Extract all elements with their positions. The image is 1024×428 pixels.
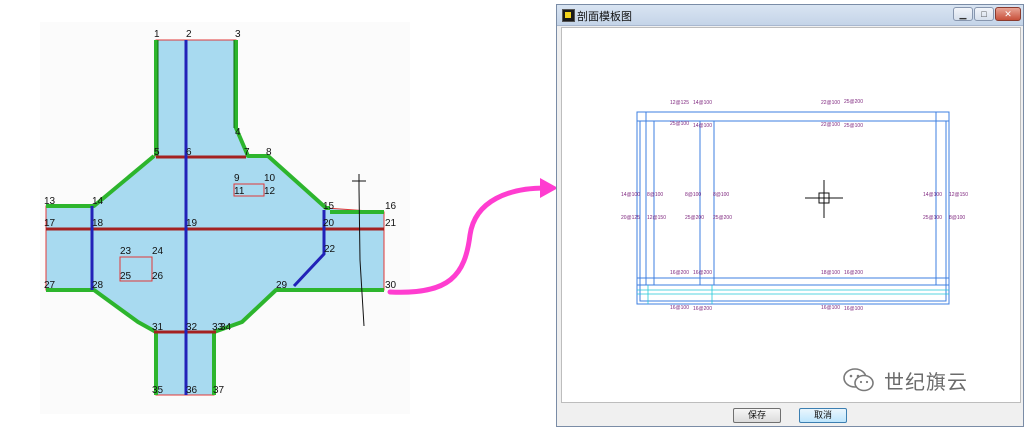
node-number: 36 — [186, 385, 198, 396]
node-number: 3 — [235, 29, 241, 40]
crosshair-cursor-icon — [805, 180, 843, 218]
rebar-label: 8@100 — [949, 215, 965, 221]
rebar-label: 14@100 — [693, 100, 712, 106]
node-number: 15 — [323, 201, 335, 212]
maximize-button[interactable]: □ — [974, 7, 994, 21]
node-number: 5 — [154, 147, 160, 158]
dialog-titlebar[interactable]: 剖面模板图 ▁ □ ✕ — [557, 5, 1023, 26]
section-template-dialog: 剖面模板图 ▁ □ ✕ 12@125 14@100 25@100 14@100 … — [556, 4, 1024, 427]
node-number: 32 — [186, 322, 198, 333]
node-number: 29 — [276, 280, 288, 291]
rebar-label: 16@200 — [693, 270, 712, 276]
minimize-button[interactable]: ▁ — [953, 7, 973, 21]
rebar-label: 25@100 — [670, 121, 689, 127]
node-number: 26 — [152, 271, 164, 282]
rebar-label: 12@125 — [670, 100, 689, 106]
rebar-label: 8@100 — [713, 192, 729, 198]
dialog-title: 剖面模板图 — [577, 11, 632, 23]
rebar-label: 14@100 — [621, 192, 640, 198]
rebar-label: 8@100 — [685, 192, 701, 198]
node-number: 28 — [92, 280, 104, 291]
node-number: 6 — [186, 147, 192, 158]
node-number: 25 — [120, 271, 132, 282]
wechat-icon — [843, 368, 874, 392]
node-number: 24 — [152, 246, 164, 257]
node-number: 7 — [244, 147, 250, 158]
node-number: 35 — [152, 385, 164, 396]
node-number: 37 — [213, 385, 225, 396]
rebar-label: 14@100 — [923, 192, 942, 198]
dialog-footer: 保存 取消 — [557, 403, 1023, 428]
rebar-label: 12@150 — [949, 192, 968, 198]
rebar-label: 25@100 — [923, 215, 942, 221]
rebar-label: 16@200 — [844, 270, 863, 276]
rebar-label: 25@100 — [844, 123, 863, 129]
node-number: 9 — [234, 173, 240, 184]
rebar-label: 25@200 — [713, 215, 732, 221]
close-button[interactable]: ✕ — [995, 7, 1021, 21]
node-number: 1 — [154, 29, 160, 40]
rebar-label: 16@200 — [670, 270, 689, 276]
node-number: 23 — [120, 246, 132, 257]
node-number: 17 — [44, 218, 56, 229]
node-number: 8 — [266, 147, 272, 158]
node-number: 11 — [234, 186, 245, 197]
app-icon — [562, 9, 575, 22]
node-number: 14 — [92, 196, 104, 207]
node-number: 12 — [264, 186, 276, 197]
rebar-label: 16@200 — [693, 306, 712, 312]
node-number: 2 — [186, 29, 192, 40]
rebar-label: 20@125 — [621, 215, 640, 221]
rebar-label: 25@200 — [844, 99, 863, 105]
rebar-label: 8@100 — [647, 192, 663, 198]
rebar-labels: 12@125 14@100 25@100 14@100 22@100 25@20… — [621, 99, 968, 312]
rebar-label: 14@100 — [693, 123, 712, 129]
curved-arrow-icon — [387, 178, 558, 295]
node-number: 4 — [235, 127, 241, 138]
section-drawing: 12@125 14@100 25@100 14@100 22@100 25@20… — [621, 99, 968, 312]
node-number: 31 — [152, 322, 164, 333]
save-button[interactable]: 保存 — [733, 408, 781, 423]
rebar-label: 22@100 — [821, 100, 840, 106]
watermark-text: 世纪旗云 — [884, 371, 968, 394]
rebar-label: 12@150 — [647, 215, 666, 221]
rebar-label: 16@100 — [821, 305, 840, 311]
rebar-label: 25@200 — [685, 215, 704, 221]
section-drawing-canvas[interactable]: 12@125 14@100 25@100 14@100 22@100 25@20… — [561, 27, 1021, 403]
cancel-button[interactable]: 取消 — [799, 408, 847, 423]
node-number: 20 — [323, 218, 335, 229]
rebar-label: 18@100 — [821, 270, 840, 276]
rebar-label: 16@100 — [844, 306, 863, 312]
node-number: 13 — [44, 196, 56, 207]
node-number: 10 — [264, 173, 276, 184]
node-number: 22 — [324, 244, 336, 255]
node-number: 34 — [220, 322, 232, 333]
watermark: 世纪旗云 — [842, 367, 968, 394]
node-number: 18 — [92, 218, 104, 229]
node-number: 27 — [44, 280, 56, 291]
rebar-label: 22@100 — [821, 122, 840, 128]
node-number: 19 — [186, 218, 198, 229]
rebar-label: 16@100 — [670, 305, 689, 311]
